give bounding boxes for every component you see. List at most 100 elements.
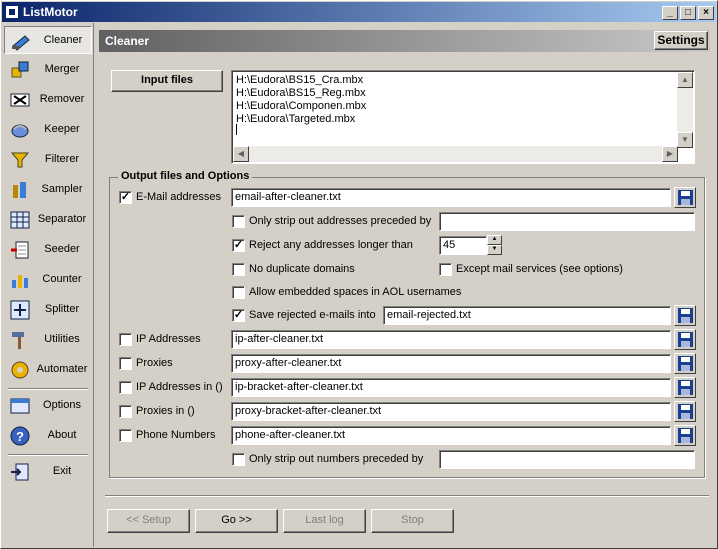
email-checkbox[interactable]: ✓ bbox=[119, 191, 132, 204]
sidebar-item-label: Remover bbox=[39, 93, 85, 105]
no-duplicate-domains-label: No duplicate domains bbox=[249, 263, 355, 275]
last-log-button[interactable]: Last log bbox=[283, 509, 366, 533]
ip-output-field[interactable]: ip-after-cleaner.txt bbox=[231, 330, 671, 349]
input-files-button[interactable]: Input files bbox=[111, 70, 223, 92]
ip-bracket-checkbox[interactable] bbox=[119, 381, 132, 394]
proxies-bracket-save-button[interactable] bbox=[674, 401, 696, 422]
minimize-button[interactable]: _ bbox=[662, 6, 678, 20]
ip-save-button[interactable] bbox=[674, 329, 696, 350]
strip-numbers-checkbox[interactable] bbox=[232, 453, 245, 466]
main-window: ListMotor _ □ × Cleaner Merger Remover K… bbox=[0, 0, 718, 549]
strip-numbers-field[interactable] bbox=[439, 450, 695, 469]
ip-checkbox[interactable] bbox=[119, 333, 132, 346]
sidebar-item-remover[interactable]: Remover bbox=[4, 86, 92, 114]
page-title: Cleaner bbox=[105, 34, 150, 48]
floppy-icon bbox=[678, 404, 693, 419]
floppy-icon bbox=[678, 332, 693, 347]
rejected-save-button[interactable] bbox=[674, 305, 696, 326]
sidebar-item-options[interactable]: Options bbox=[4, 392, 92, 420]
sidebar-item-automater[interactable]: Automater bbox=[4, 356, 92, 384]
except-mail-services-checkbox[interactable] bbox=[439, 263, 452, 276]
sidebar-item-utilities[interactable]: Utilities bbox=[4, 326, 92, 354]
sidebar-item-label: Sampler bbox=[41, 183, 83, 195]
sidebar-item-about[interactable]: ? About bbox=[4, 422, 92, 450]
proxies-save-button[interactable] bbox=[674, 353, 696, 374]
sampler-icon bbox=[13, 182, 26, 198]
text-cursor bbox=[236, 124, 237, 135]
strip-preceded-label: Only strip out addresses preceded by bbox=[249, 215, 432, 227]
sidebar-item-label: Exit bbox=[52, 465, 72, 477]
page-header: Cleaner Settings bbox=[99, 30, 710, 52]
except-mail-services-label: Except mail services (see options) bbox=[456, 263, 623, 275]
scroll-up-icon[interactable]: ▲ bbox=[677, 72, 693, 88]
length-stepper[interactable]: ▲ ▼ bbox=[487, 235, 502, 255]
sidebar-item-exit[interactable]: Exit bbox=[4, 458, 92, 486]
sidebar-item-filterer[interactable]: Filterer bbox=[4, 146, 92, 174]
svg-text:?: ? bbox=[16, 429, 24, 444]
sidebar-item-label: Counter bbox=[42, 273, 82, 285]
bottom-divider bbox=[105, 495, 709, 497]
input-files-list[interactable]: H:\Eudora\BS15_Cra.mbx H:\Eudora\BS15_Re… bbox=[231, 70, 695, 164]
app-icon bbox=[5, 5, 19, 19]
keeper-icon bbox=[11, 124, 29, 138]
sidebar-item-label: Cleaner bbox=[43, 34, 83, 46]
proxies-bracket-output-field[interactable]: proxy-bracket-after-cleaner.txt bbox=[231, 402, 671, 421]
stop-button[interactable]: Stop bbox=[371, 509, 454, 533]
sidebar-item-seeder[interactable]: Seeder bbox=[4, 236, 92, 264]
sidebar-item-counter[interactable]: Counter bbox=[4, 266, 92, 294]
splitter-icon bbox=[10, 300, 30, 320]
sidebar-item-merger[interactable]: Merger bbox=[4, 56, 92, 84]
broom-icon bbox=[12, 35, 30, 51]
maximize-button[interactable]: □ bbox=[680, 6, 696, 20]
no-duplicate-domains-checkbox[interactable] bbox=[232, 263, 245, 276]
setup-button[interactable]: << Setup bbox=[107, 509, 190, 533]
scroll-left-icon[interactable]: ◀ bbox=[233, 146, 249, 162]
sidebar: Cleaner Merger Remover Keeper Filterer S… bbox=[2, 23, 94, 547]
settings-button[interactable]: Settings bbox=[654, 31, 708, 50]
proxies-output-field[interactable]: proxy-after-cleaner.txt bbox=[231, 354, 671, 373]
email-output-field[interactable]: email-after-cleaner.txt bbox=[231, 188, 671, 207]
reject-longer-checkbox[interactable]: ✓ bbox=[232, 239, 245, 252]
stepper-up-icon[interactable]: ▲ bbox=[487, 235, 502, 245]
rejected-output-field[interactable]: email-rejected.txt bbox=[383, 306, 671, 325]
sidebar-item-separator[interactable]: Separator bbox=[4, 206, 92, 234]
sidebar-item-keeper[interactable]: Keeper bbox=[4, 116, 92, 144]
exit-icon bbox=[11, 463, 29, 481]
email-save-button[interactable] bbox=[674, 187, 696, 208]
sidebar-divider bbox=[8, 454, 88, 456]
floppy-icon bbox=[678, 356, 693, 371]
proxies-label: Proxies bbox=[136, 357, 173, 369]
gear-icon bbox=[11, 361, 29, 379]
reject-length-input[interactable]: 45 bbox=[439, 236, 487, 255]
strip-numbers-label: Only strip out numbers preceded by bbox=[249, 453, 424, 465]
floppy-icon bbox=[678, 380, 693, 395]
strip-preceded-checkbox[interactable] bbox=[232, 215, 245, 228]
save-rejected-label: Save rejected e-mails into bbox=[249, 309, 376, 321]
sidebar-item-label: Splitter bbox=[44, 303, 80, 315]
scroll-down-icon[interactable]: ▼ bbox=[677, 132, 693, 148]
proxies-bracket-checkbox[interactable] bbox=[119, 405, 132, 418]
sidebar-item-splitter[interactable]: Splitter bbox=[4, 296, 92, 324]
sidebar-item-cleaner[interactable]: Cleaner bbox=[4, 26, 92, 54]
stepper-down-icon[interactable]: ▼ bbox=[487, 245, 502, 255]
title-bar: ListMotor _ □ × bbox=[2, 2, 716, 22]
phone-save-button[interactable] bbox=[674, 425, 696, 446]
scroll-right-icon[interactable]: ▶ bbox=[662, 146, 678, 162]
funnel-icon bbox=[10, 152, 30, 168]
horizontal-scrollbar[interactable]: ◀ ▶ bbox=[233, 146, 678, 162]
save-rejected-checkbox[interactable]: ✓ bbox=[232, 309, 245, 322]
ip-bracket-output-field[interactable]: ip-bracket-after-cleaner.txt bbox=[231, 378, 671, 397]
proxies-checkbox[interactable] bbox=[119, 357, 132, 370]
sidebar-item-sampler[interactable]: Sampler bbox=[4, 176, 92, 204]
sidebar-item-label: About bbox=[47, 429, 77, 441]
strip-preceded-field[interactable] bbox=[439, 212, 695, 231]
ip-bracket-save-button[interactable] bbox=[674, 377, 696, 398]
allow-aol-spaces-checkbox[interactable] bbox=[232, 286, 245, 299]
remove-icon bbox=[10, 93, 30, 107]
phone-checkbox[interactable] bbox=[119, 429, 132, 442]
vertical-scrollbar[interactable]: ▲ ▼ bbox=[677, 72, 693, 148]
phone-output-field[interactable]: phone-after-cleaner.txt bbox=[231, 426, 671, 445]
go-button[interactable]: Go >> bbox=[195, 509, 278, 533]
window-title: ListMotor bbox=[23, 5, 78, 19]
close-button[interactable]: × bbox=[698, 6, 714, 20]
